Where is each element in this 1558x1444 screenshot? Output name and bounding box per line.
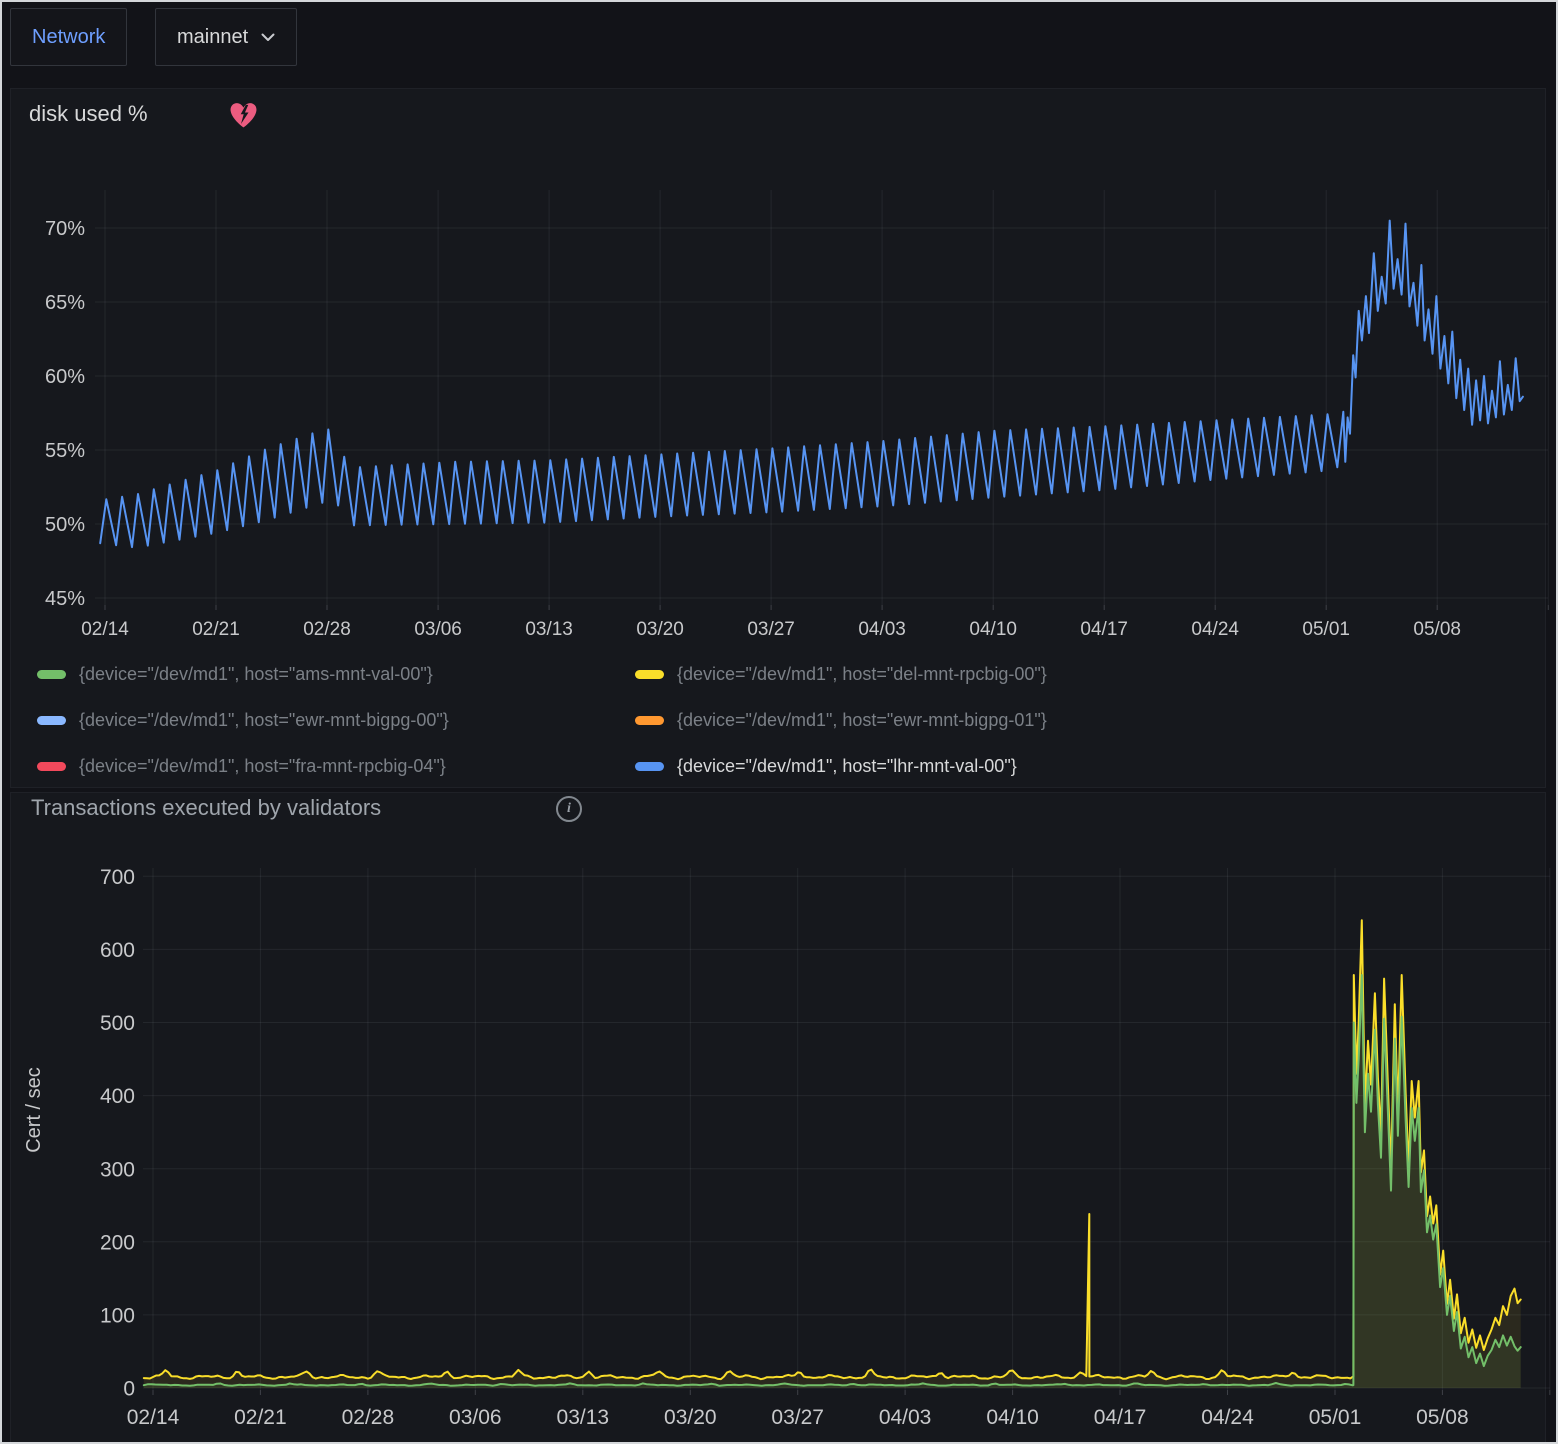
panel-disk-used: disk used % {device="/dev/md1", host="am… — [10, 88, 1546, 788]
legend-item[interactable]: {device="/dev/md1", host="ewr-mnt-bigpg-… — [37, 697, 635, 743]
legend-item[interactable]: {device="/dev/md1", host="ewr-mnt-bigpg-… — [635, 697, 1047, 743]
legend-swatch — [37, 670, 66, 679]
panel-title-disk-used[interactable]: disk used % — [29, 101, 148, 127]
legend-label: {device="/dev/md1", host="del-mnt-rpcbig… — [677, 664, 1047, 685]
legend-swatch — [37, 716, 66, 725]
network-variable-label-text: Network — [32, 26, 105, 49]
disk-used-plot-area[interactable] — [96, 191, 1549, 606]
legend-swatch — [635, 762, 664, 771]
legend-label: {device="/dev/md1", host="ewr-mnt-bigpg-… — [79, 710, 449, 731]
legend-item[interactable]: {device="/dev/md1", host="lhr-mnt-val-00… — [635, 743, 1047, 789]
info-icon[interactable]: i — [556, 796, 582, 822]
legend-swatch — [37, 762, 66, 771]
alert-heart-break-icon — [229, 102, 258, 129]
panel-transactions: Transactions executed by validators i — [10, 792, 1546, 1444]
legend-swatch — [635, 670, 664, 679]
legend-label: {device="/dev/md1", host="fra-mnt-rpcbig… — [79, 756, 446, 777]
legend-swatch — [635, 716, 664, 725]
legend-item[interactable]: {device="/dev/md1", host="fra-mnt-rpcbig… — [37, 743, 635, 789]
grafana-dashboard: Network mainnet disk used % {device="/de… — [0, 0, 1558, 1444]
legend-item[interactable]: {device="/dev/md1", host="ams-mnt-val-00… — [37, 651, 635, 697]
network-variable-label: Network — [10, 8, 127, 66]
legend-label: {device="/dev/md1", host="ewr-mnt-bigpg-… — [677, 710, 1047, 731]
legend-label: {device="/dev/md1", host="lhr-mnt-val-00… — [677, 756, 1017, 777]
legend-label: {device="/dev/md1", host="ams-mnt-val-00… — [79, 664, 433, 685]
network-variable-select[interactable]: mainnet — [155, 8, 297, 66]
transactions-plot-area[interactable] — [144, 869, 1551, 1391]
chevron-down-icon — [261, 33, 275, 42]
disk-used-legend: {device="/dev/md1", host="ams-mnt-val-00… — [37, 651, 1047, 789]
legend-item[interactable]: {device="/dev/md1", host="del-mnt-rpcbig… — [635, 651, 1047, 697]
panel-title-transactions[interactable]: Transactions executed by validators — [31, 795, 381, 821]
info-icon-glyph: i — [567, 801, 571, 817]
network-variable-value: mainnet — [177, 26, 248, 49]
